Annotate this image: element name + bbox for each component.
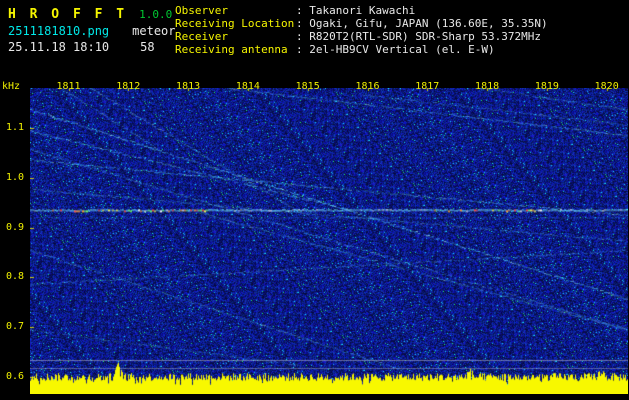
file-row: 2511181810.png meteor (8, 24, 176, 38)
freq-tick-label: 0.9 (5, 221, 24, 233)
station-info-label: Receiving antenna (175, 43, 288, 56)
station-info-value: : Ogaki, Gifu, JAPAN (136.60E, 35.35N) (296, 17, 548, 30)
freq-tick-label: 1.1 (5, 122, 24, 133)
time-tick-label: 1818 (475, 81, 500, 92)
time-row: 25.11.18 18:10 58 (8, 40, 155, 54)
mode-label: meteor (132, 24, 176, 38)
header: H R O F F T 1.0.0 2511181810.png meteor 25… (0, 0, 629, 80)
spectrogram-area: kHz 1811 1812 1813 1814 1815 1816 1817 1818 1819… (0, 80, 629, 400)
freq-unit-label: kHz (2, 81, 21, 92)
station-info-row: Receiving Location: Ogaki, Gifu, JAPAN (… (175, 17, 548, 30)
station-info-label: Receiver (175, 30, 228, 43)
station-info-row: Observer : Takanori Kawachi (175, 4, 548, 17)
hrofft-window: H R O F F T 1.0.0 2511181810.png meteor 25… (0, 0, 629, 400)
freq-tick-label: 1.0 (5, 171, 24, 183)
time-tick-label: 1814 (235, 81, 260, 92)
app-title: H R O F F T (8, 7, 128, 22)
time-tick-label: 1813 (176, 81, 201, 92)
station-info-value: : Takanori Kawachi (296, 4, 416, 17)
station-info-label: Receiving Location (175, 17, 295, 30)
station-info-label: Observer (175, 4, 228, 17)
station-info-value: : R820T2(RTL-SDR) SDR-Sharp 53.372MHz (296, 30, 542, 43)
station-info-row: Receiver : R820T2(RTL-SDR) SDR-Sharp 53.3… (175, 30, 548, 43)
time-tick-label: 1811 (56, 81, 81, 92)
title-row: H R O F F T 1.0.0 (8, 3, 172, 22)
time-tick-label: 1819 (534, 81, 559, 92)
echo-count: 58 (140, 40, 155, 54)
time-tick-label: 1812 (116, 81, 141, 92)
freq-tick-label: 0.7 (5, 321, 24, 333)
station-info-value: : 2el-HB9CV Vertical (el. E-W) (296, 43, 495, 56)
station-info-row: Receiving antenna : 2el-HB9CV Vertical (e… (175, 43, 548, 56)
spectrogram-canvas (30, 88, 628, 394)
record-datetime: 25.11.18 18:10 (8, 40, 110, 54)
time-tick-label: 1820 (594, 81, 619, 92)
time-tick-label: 1815 (295, 81, 320, 92)
time-tick-label: 1817 (415, 81, 440, 92)
freq-tick-label: 0.8 (5, 271, 24, 283)
app-version: 1.0.0 (139, 8, 173, 21)
station-info: Observer : Takanori Kawachi Receiving Loca… (175, 4, 548, 56)
freq-tick-label: 0.6 (5, 371, 24, 382)
time-tick-label: 1816 (355, 81, 380, 92)
output-filename: 2511181810.png (8, 24, 110, 38)
